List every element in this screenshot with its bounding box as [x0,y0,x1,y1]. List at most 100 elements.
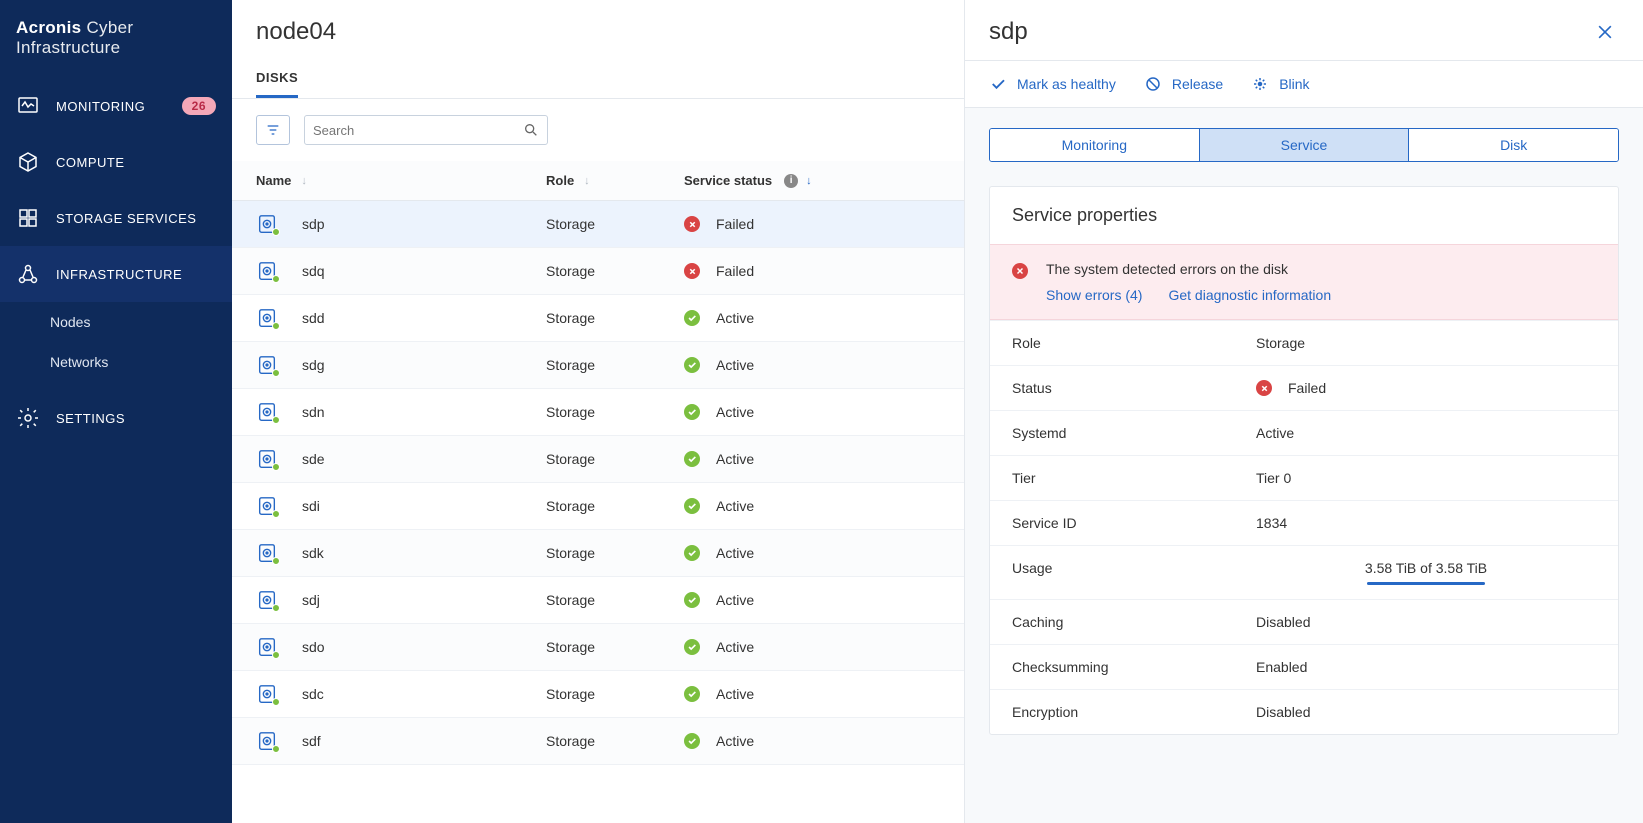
disk-icon [256,213,278,235]
prop-systemd: Systemd Active [990,410,1618,455]
tab-disk[interactable]: Disk [1408,129,1618,161]
disk-status: Active [716,310,754,326]
tab-disks[interactable]: DISKS [256,60,298,98]
active-icon [684,404,700,420]
prop-systemd-value: Active [1256,425,1596,441]
nav-storage-services[interactable]: STORAGE SERVICES [0,190,232,246]
disk-status: Active [716,592,754,608]
prop-encryption: Encryption Disabled [990,689,1618,734]
prop-tier-value: Tier 0 [1256,470,1596,486]
disk-icon [256,401,278,423]
detail-title: sdp [989,18,1591,46]
release-button[interactable]: Release [1144,75,1223,93]
disk-name: sdc [302,686,324,702]
disk-icon [256,307,278,329]
table-row[interactable]: sdoStorageActive [232,624,964,671]
cube-icon [16,150,40,174]
table-row[interactable]: sdnStorageActive [232,389,964,436]
prop-role-label: Role [1012,335,1256,351]
active-icon [684,451,700,467]
disk-role: Storage [546,733,595,749]
nav-settings-label: SETTINGS [56,411,125,426]
brand-logo: Acronis Cyber Infrastructure [0,0,232,78]
table-row[interactable]: sdfStorageActive [232,718,964,765]
active-icon [684,686,700,702]
disk-icon [256,448,278,470]
col-role-label: Role [546,173,574,188]
info-icon[interactable]: i [784,174,798,188]
table-header: Name ↓ Role ↓ Service status i ↓ [232,161,964,201]
disk-icon [256,354,278,376]
prop-usage-label: Usage [1012,560,1256,585]
gear-icon [16,406,40,430]
col-name-header[interactable]: Name ↓ [256,173,546,188]
disk-name: sdk [302,545,324,561]
search-box[interactable] [304,115,548,145]
sort-arrow-icon: ↓ [584,175,590,187]
table-row[interactable]: sddStorageActive [232,295,964,342]
diagnostic-link[interactable]: Get diagnostic information [1168,287,1331,303]
disk-role: Storage [546,263,595,279]
detail-panel: sdp Mark as healthy Release Blink [965,0,1643,823]
tab-monitoring[interactable]: Monitoring [990,129,1199,161]
nav-compute-label: COMPUTE [56,155,125,170]
col-status-label: Service status [684,173,772,188]
prop-status: Status Failed [990,365,1618,410]
nav-sub-networks[interactable]: Networks [0,342,232,382]
nav-monitoring[interactable]: MONITORING 26 [0,78,232,134]
disk-name: sdp [302,216,325,232]
blink-button[interactable]: Blink [1251,75,1309,93]
prop-usage: Usage 3.58 TiB of 3.58 TiB [990,545,1618,599]
prop-usage-value: 3.58 TiB of 3.58 TiB [1256,560,1596,585]
disk-icon [256,683,278,705]
nav-infrastructure[interactable]: INFRASTRUCTURE [0,246,232,302]
table-row[interactable]: sdgStorageActive [232,342,964,389]
disk-status: Active [716,451,754,467]
disk-list-panel: node04 DISKS Name ↓ [232,0,965,823]
table-row[interactable]: sdkStorageActive [232,530,964,577]
tab-service[interactable]: Service [1199,129,1409,161]
search-icon[interactable] [523,122,539,138]
table-row[interactable]: sdcStorageActive [232,671,964,718]
failed-icon [684,263,700,279]
disk-name: sdf [302,733,321,749]
prop-service-id-value: 1834 [1256,515,1596,531]
disk-name: sde [302,451,325,467]
table-row[interactable]: sdjStorageActive [232,577,964,624]
nav-sub-nodes[interactable]: Nodes [0,302,232,342]
alert-text: The system detected errors on the disk [1046,261,1596,277]
table-row[interactable]: sdeStorageActive [232,436,964,483]
col-role-header[interactable]: Role ↓ [546,173,684,188]
filter-button[interactable] [256,115,290,145]
disk-icon [256,542,278,564]
mark-healthy-button[interactable]: Mark as healthy [989,75,1116,93]
prohibit-icon [1144,75,1162,93]
active-icon [684,545,700,561]
show-errors-link[interactable]: Show errors (4) [1046,287,1142,303]
close-button[interactable] [1591,18,1619,46]
prop-service-id: Service ID 1834 [990,500,1618,545]
table-row[interactable]: sdiStorageActive [232,483,964,530]
disk-icon [256,636,278,658]
col-status-header[interactable]: Service status i ↓ [684,173,864,188]
close-icon [1595,22,1615,42]
nav-compute[interactable]: COMPUTE [0,134,232,190]
disk-icon [256,730,278,752]
error-alert: The system detected errors on the disk S… [990,244,1618,320]
prop-caching: Caching Disabled [990,599,1618,644]
search-input[interactable] [313,123,523,138]
table-row[interactable]: sdpStorageFailed [232,201,964,248]
nav-settings[interactable]: SETTINGS [0,390,232,446]
sidebar: Acronis Cyber Infrastructure MONITORING … [0,0,232,823]
active-icon [684,310,700,326]
disk-status: Failed [716,216,754,232]
nav-storage-label: STORAGE SERVICES [56,211,196,226]
table-row[interactable]: sdqStorageFailed [232,248,964,295]
prop-status-text: Failed [1288,380,1326,396]
network-icon [16,262,40,286]
prop-caching-label: Caching [1012,614,1256,630]
failed-icon [684,216,700,232]
page-title: node04 [232,0,964,60]
check-icon [989,75,1007,93]
active-icon [684,592,700,608]
